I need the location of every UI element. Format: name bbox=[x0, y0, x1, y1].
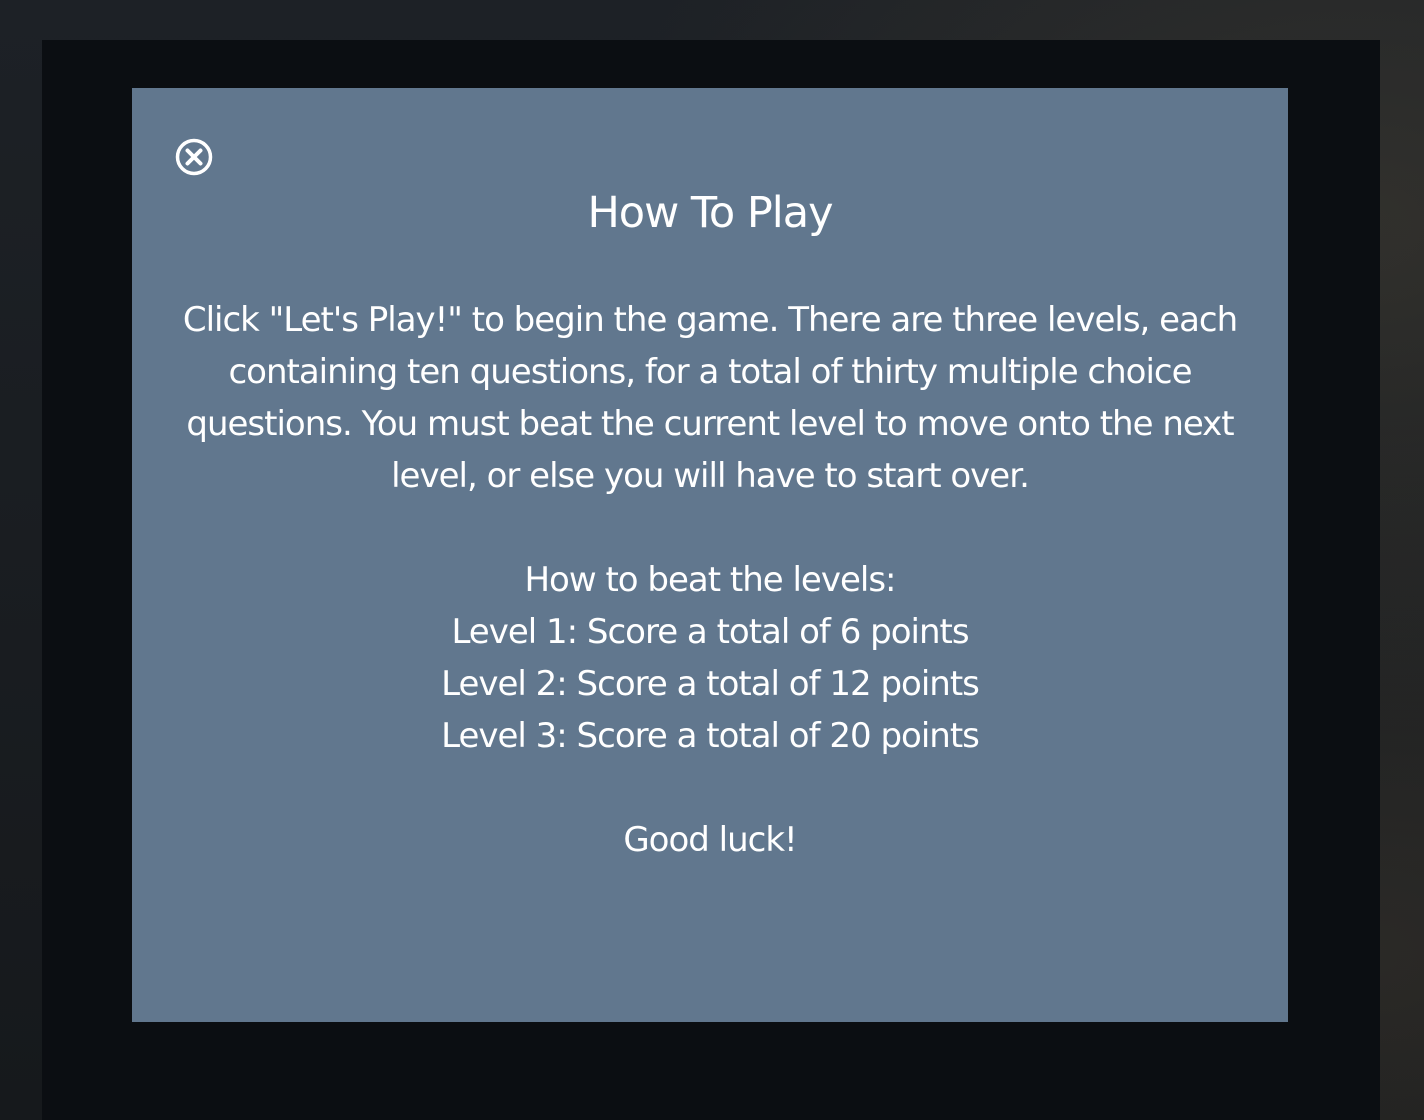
levels-section: How to beat the levels: Level 1: Score a… bbox=[172, 554, 1248, 762]
intro-text: Click "Let's Play!" to begin the game. T… bbox=[182, 300, 1238, 496]
modal-content: Click "Let's Play!" to begin the game. T… bbox=[172, 294, 1248, 866]
close-icon bbox=[175, 138, 213, 176]
closing-text: Good luck! bbox=[623, 820, 797, 860]
level-item: Level 3: Score a total of 20 points bbox=[441, 716, 980, 756]
levels-heading: How to beat the levels: bbox=[524, 560, 896, 600]
modal-title: How To Play bbox=[587, 188, 833, 238]
close-button[interactable] bbox=[175, 138, 213, 176]
level-item: Level 2: Score a total of 12 points bbox=[441, 664, 980, 704]
how-to-play-modal: How To Play Click "Let's Play!" to begin… bbox=[132, 88, 1288, 1022]
level-item: Level 1: Score a total of 6 points bbox=[451, 612, 969, 652]
